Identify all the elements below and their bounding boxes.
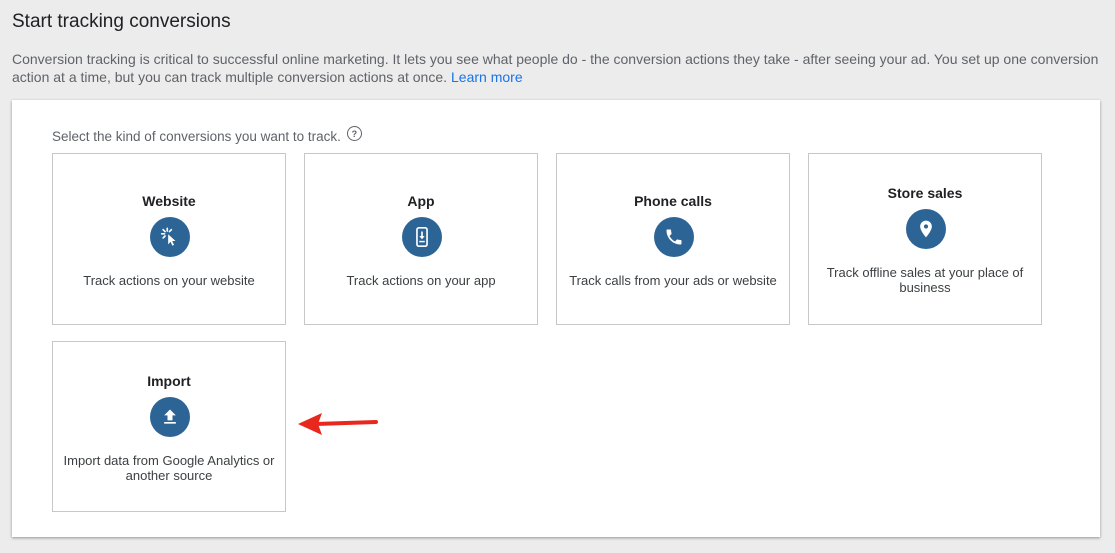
card-phone-calls-description: Track calls from your ads or website bbox=[569, 273, 777, 288]
card-phone-calls-title: Phone calls bbox=[634, 193, 712, 209]
upload-icon bbox=[150, 397, 190, 437]
card-store-sales-description: Track offline sales at your place of bus… bbox=[826, 265, 1024, 295]
cursor-click-icon bbox=[150, 217, 190, 257]
smartphone-download-icon bbox=[402, 217, 442, 257]
select-conversion-label-row: Select the kind of conversions you want … bbox=[52, 126, 362, 144]
learn-more-link[interactable]: Learn more bbox=[451, 69, 523, 85]
intro-text: Conversion tracking is critical to succe… bbox=[12, 51, 1099, 85]
card-website-title: Website bbox=[142, 193, 196, 209]
card-store-sales[interactable]: Store sales Track offline sales at your … bbox=[808, 153, 1042, 325]
help-icon[interactable]: ? bbox=[346, 126, 362, 141]
card-app-title: App bbox=[407, 193, 435, 209]
phone-icon bbox=[654, 217, 694, 257]
card-import[interactable]: Import Import data from Google Analytics… bbox=[52, 341, 286, 512]
card-website-description: Track actions on your website bbox=[83, 273, 255, 288]
card-app[interactable]: App Track actions on your app bbox=[304, 153, 538, 325]
location-pin-icon bbox=[906, 209, 946, 249]
page-title: Start tracking conversions bbox=[12, 11, 231, 32]
card-store-sales-title: Store sales bbox=[887, 185, 963, 201]
card-import-title: Import bbox=[147, 373, 191, 389]
conversion-type-panel: Select the kind of conversions you want … bbox=[12, 100, 1100, 537]
card-import-description: Import data from Google Analytics or ano… bbox=[63, 453, 275, 483]
card-phone-calls[interactable]: Phone calls Track calls from your ads or… bbox=[556, 153, 790, 325]
select-conversion-label: Select the kind of conversions you want … bbox=[52, 129, 341, 144]
card-app-description: Track actions on your app bbox=[346, 273, 496, 288]
annotation-arrow-icon bbox=[298, 413, 378, 435]
intro-text-block: Conversion tracking is critical to succe… bbox=[12, 50, 1112, 86]
card-website[interactable]: Website Track actions on your website bbox=[52, 153, 286, 325]
